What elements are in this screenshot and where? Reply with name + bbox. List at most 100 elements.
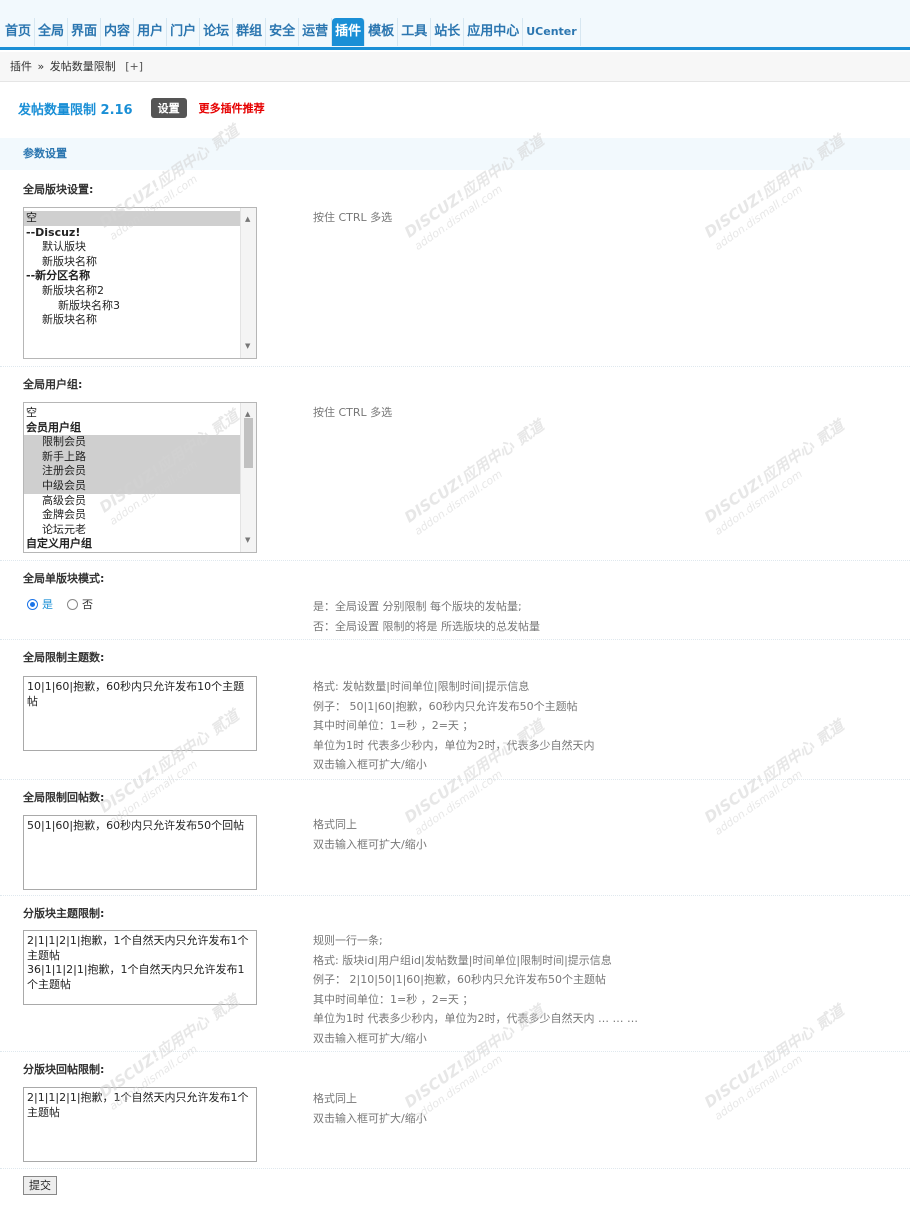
nav-item[interactable]: UCenter: [523, 18, 581, 46]
single-mode-label: 全局单版块模式:: [23, 572, 105, 585]
select-option[interactable]: 高级会员: [24, 494, 240, 509]
tip-line: 单位为1时 代表多少秒内，单位为2时，代表多少自然天内: [313, 738, 595, 752]
select-option[interactable]: 新版块名称2: [24, 284, 240, 299]
tip-line: 单位为1时 代表多少秒内，单位为2时，代表多少自然天内 … … …: [313, 1012, 638, 1025]
select-option[interactable]: 自定义用户组: [24, 537, 240, 552]
nav-item[interactable]: 安全: [266, 18, 300, 46]
add-to-menu-link[interactable]: [+]: [125, 60, 143, 73]
nav-item[interactable]: 全局: [35, 18, 69, 46]
watermark-brand: DISCUZ!应用中心: [401, 437, 518, 527]
usergroups-tip: 按住 CTRL 多选: [313, 406, 393, 419]
tip-line: 双击输入框可扩大/缩小: [313, 758, 427, 771]
select-option[interactable]: 默认版块: [24, 240, 240, 255]
reply-limit-textarea[interactable]: 50|1|60|抱歉，60秒内只允许发布50个回帖: [23, 815, 257, 890]
tip-line: 双击输入框可扩大/缩小: [313, 1111, 427, 1125]
top-nav: 首页 全局 界面 内容 用户 门户 论坛 群组 安全 运营 插件 模板 工具 站长 应用中心 UCenter: [0, 0, 910, 50]
watermark-site: addon.dismall.com: [712, 1052, 805, 1123]
select-option[interactable]: 限制会员: [24, 435, 240, 450]
tip-line: 否：全局设置 限制的将是 所选版块的总发帖量: [313, 619, 540, 633]
select-option[interactable]: 论坛元老: [24, 523, 240, 538]
select-option[interactable]: 新版块名称: [24, 255, 240, 270]
breadcrumb-current: 发帖数量限制: [49, 60, 116, 73]
select-option[interactable]: 新版块名称: [24, 313, 240, 328]
single-mode-yes-radio[interactable]: [27, 598, 38, 610]
usergroups-scrollbar[interactable]: ▲ ▼: [240, 403, 256, 552]
forum-reply-limit-label: 分版块回帖限制:: [23, 1063, 105, 1076]
section-title: 参数设置: [0, 138, 910, 170]
forums-scrollbar[interactable]: ▲ ▼: [240, 208, 256, 358]
scroll-down-icon[interactable]: ▼: [245, 339, 250, 354]
watermark-brand: DISCUZ!应用中心: [701, 437, 818, 527]
watermark-site: addon.dismall.com: [712, 467, 805, 538]
tip-line: 格式同上: [313, 1092, 357, 1105]
divider: [0, 560, 910, 561]
select-option[interactable]: --Discuz!: [24, 226, 240, 241]
breadcrumb: 插件 » 发帖数量限制 [+]: [0, 52, 910, 82]
nav-item[interactable]: 工具: [398, 18, 432, 46]
watermark: DISCUZ!应用中心贰道 addon.dismall.com: [700, 715, 855, 838]
single-mode-no-label[interactable]: 否: [82, 596, 93, 612]
nav-item[interactable]: 内容: [101, 18, 135, 46]
select-option[interactable]: 空: [24, 211, 240, 226]
thread-limit-textarea[interactable]: 10|1|60|抱歉，60秒内只允许发布10个主题帖: [23, 676, 257, 751]
thread-limit-label: 全局限制主题数:: [23, 651, 105, 664]
divider: [0, 366, 910, 367]
forums-label: 全局版块设置:: [23, 183, 94, 196]
submit-button[interactable]: 提交: [23, 1176, 57, 1195]
single-mode-radio-group: 是 否: [27, 596, 93, 612]
select-option[interactable]: 空: [24, 406, 240, 421]
select-option[interactable]: 会员用户组: [24, 421, 240, 436]
watermark-brand: DISCUZ!应用中心: [701, 737, 818, 827]
nav-item[interactable]: 用户: [134, 18, 168, 46]
nav-item[interactable]: 论坛: [200, 18, 234, 46]
select-option[interactable]: 新版块名称3: [24, 299, 240, 314]
scroll-thumb[interactable]: [244, 418, 253, 468]
plugin-header: 发帖数量限制 2.16 设置 更多插件推荐: [18, 98, 265, 118]
nav-item[interactable]: 界面: [68, 18, 102, 46]
top-nav-items: 首页 全局 界面 内容 用户 门户 论坛 群组 安全 运营 插件 模板 工具 站长 应用中心 UCenter: [2, 18, 581, 48]
scroll-down-icon[interactable]: ▼: [245, 533, 250, 548]
watermark: DISCUZ!应用中心贰道 addon.dismall.com: [700, 1000, 855, 1123]
select-option[interactable]: 金牌会员: [24, 508, 240, 523]
single-mode-yes-label[interactable]: 是: [42, 596, 53, 612]
watermark: DISCUZ!应用中心贰道 addon.dismall.com: [700, 415, 855, 538]
breadcrumb-root[interactable]: 插件: [10, 60, 32, 73]
divider: [0, 1168, 910, 1169]
settings-tab[interactable]: 设置: [150, 98, 187, 118]
select-option[interactable]: 中级会员: [24, 478, 240, 494]
tip-line: 其中时间单位：1=秒 ，2=天 ；: [313, 992, 474, 1006]
divider: [0, 895, 910, 896]
reply-limit-label: 全局限制回帖数:: [23, 791, 105, 804]
single-mode-tip: 是：全局设置 分别限制 每个版块的发帖量; 否：全局设置 限制的将是 所选版块的…: [313, 597, 540, 636]
watermark-mark: 贰道: [812, 716, 848, 749]
tip-line: 双击输入框可扩大/缩小: [313, 837, 427, 851]
nav-item[interactable]: 运营: [299, 18, 333, 46]
watermark-brand: DISCUZ!应用中心: [701, 1022, 818, 1112]
plugin-title: 发帖数量限制 2.16: [18, 102, 133, 118]
nav-item[interactable]: 模板: [365, 18, 399, 46]
forum-reply-limit-textarea[interactable]: 2|1|1|2|1|抱歉，1个自然天内只允许发布1个主题帖: [23, 1087, 257, 1162]
tip-line: 双击输入框可扩大/缩小: [313, 1031, 427, 1045]
watermark-mark: 贰道: [812, 416, 848, 449]
nav-item[interactable]: 首页: [2, 18, 36, 46]
tip-line: 规则一行一条;: [313, 934, 383, 947]
tip-line: 例子： 50|1|60|抱歉，60秒内只允许发布50个主题帖: [313, 699, 578, 713]
select-option[interactable]: 注册会员: [24, 464, 240, 479]
nav-item[interactable]: 门户: [167, 18, 201, 46]
tip-line: 其中时间单位：1=秒 ，2=天 ；: [313, 719, 474, 732]
select-option[interactable]: --新分区名称: [24, 269, 240, 284]
scroll-up-icon[interactable]: ▲: [245, 212, 250, 227]
select-option[interactable]: 新手上路: [24, 449, 240, 465]
forums-multiselect[interactable]: 空 --Discuz! 默认版块 新版块名称 --新分区名称 新版块名称2 新版块名称3 新版…: [23, 207, 257, 359]
nav-item[interactable]: 群组: [233, 18, 267, 46]
nav-item[interactable]: 应用中心: [464, 18, 524, 46]
forum-reply-limit-tip: 格式同上 双击输入框可扩大/缩小: [313, 1089, 427, 1128]
divider: [0, 1051, 910, 1052]
more-plugins-link[interactable]: 更多插件推荐: [199, 100, 265, 116]
nav-item[interactable]: 站长: [431, 18, 465, 46]
nav-item[interactable]: 插件: [332, 18, 366, 46]
single-mode-no-radio[interactable]: [67, 598, 78, 610]
usergroups-multiselect[interactable]: 空会员用户组 限制会员 新手上路 注册会员 中级会员 高级会员 金牌会员 论坛元老 自定义用户组…: [23, 402, 257, 553]
forum-thread-limit-textarea[interactable]: 2|1|1|2|1|抱歉，1个自然天内只允许发布1个主题帖 36|1|1|2|1…: [23, 930, 257, 1005]
watermark: DISCUZ!应用中心贰道 addon.dismall.com: [400, 415, 555, 538]
